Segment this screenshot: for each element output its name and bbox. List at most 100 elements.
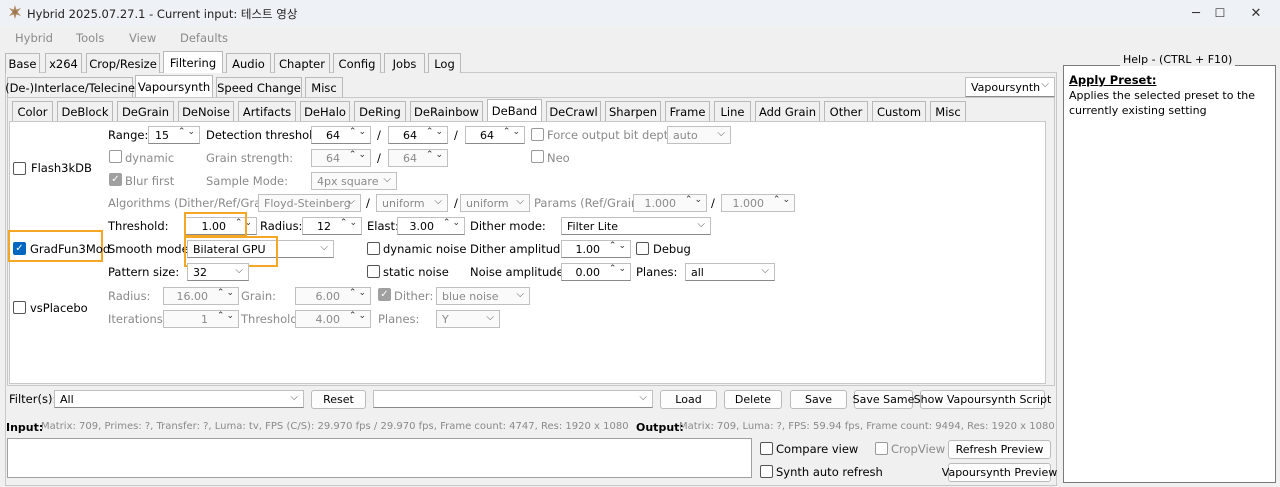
debug-checkbox[interactable] bbox=[636, 242, 649, 255]
gf-noise-amp-spin[interactable]: 0.00 ⌃⌄ bbox=[561, 263, 631, 281]
vsplacebo-checkbox[interactable] bbox=[13, 301, 26, 314]
pl-iterations-value: 1 bbox=[201, 312, 208, 326]
menu-view[interactable]: View bbox=[129, 31, 156, 45]
tab-audio[interactable]: Audio bbox=[226, 53, 271, 73]
input-info-value: Matrix: 709, Primes: ?, Transfer: ?, Lum… bbox=[41, 421, 629, 432]
load-button[interactable]: Load bbox=[660, 390, 717, 409]
tab-derainbow[interactable]: DeRainbow bbox=[410, 101, 483, 121]
force-bitdepth-checkbox[interactable] bbox=[531, 128, 544, 141]
f3k-det1-spin[interactable]: 64 ⌃⌄ bbox=[311, 126, 371, 144]
show-script-button[interactable]: Show Vapoursynth Script bbox=[914, 390, 1051, 409]
tab-chapter[interactable]: Chapter bbox=[274, 53, 330, 73]
pl-radius-label: Radius: bbox=[108, 289, 151, 303]
separator: / bbox=[377, 128, 381, 142]
close-button[interactable]: ✕ bbox=[1233, 0, 1279, 26]
tab-deblock[interactable]: DeBlock bbox=[57, 101, 113, 121]
gf-planes-select[interactable]: all ⌵ bbox=[685, 263, 775, 281]
flash3kdb-checkbox[interactable] bbox=[13, 162, 26, 175]
menu-defaults[interactable]: Defaults bbox=[180, 31, 228, 45]
filter-engine-select[interactable]: Vapoursynth ⌵ bbox=[965, 77, 1055, 97]
pl-iterations-spin[interactable]: 1 ⌃⌄ bbox=[163, 310, 239, 328]
pl-threshold-value: 4.00 bbox=[315, 312, 341, 326]
f3k-det3-spin[interactable]: 64 ⌃⌄ bbox=[465, 126, 525, 144]
pl-threshold-spin[interactable]: 4.00 ⌃⌄ bbox=[295, 310, 371, 328]
tab-misc-filter[interactable]: Misc bbox=[305, 77, 343, 97]
tab-dering[interactable]: DeRing bbox=[354, 101, 406, 121]
blur-first-checkbox[interactable]: ✓ bbox=[109, 173, 122, 186]
alg-ref-select[interactable]: uniform ⌵ bbox=[376, 194, 448, 212]
gf-radius-spin[interactable]: 12 ⌃⌄ bbox=[302, 217, 362, 235]
gradfun3mod-checkbox[interactable]: ✓ bbox=[13, 242, 26, 255]
tab-frame[interactable]: Frame bbox=[665, 101, 710, 121]
sample-mode-select[interactable]: 4px square ⌵ bbox=[311, 172, 397, 190]
delete-button[interactable]: Delete bbox=[724, 390, 782, 409]
save-same-button[interactable]: Save Same bbox=[853, 390, 914, 409]
spin-arrows-icon: ⌃⌄ bbox=[772, 195, 792, 205]
save-button[interactable]: Save bbox=[790, 390, 847, 409]
tab-log[interactable]: Log bbox=[428, 53, 461, 73]
param-ref-spin[interactable]: 1.000 ⌃⌄ bbox=[633, 194, 707, 212]
grain2-spin[interactable]: 64 ⌃⌄ bbox=[388, 149, 448, 167]
menu-tools[interactable]: Tools bbox=[76, 31, 104, 45]
alg-dither-select[interactable]: Floyd-Steinberg ⌵ bbox=[258, 194, 361, 212]
vapoursynth-preview-button[interactable]: Vapoursynth Preview bbox=[942, 463, 1057, 482]
crop-view-checkbox[interactable] bbox=[875, 442, 888, 455]
tab-artifacts[interactable]: Artifacts bbox=[238, 101, 296, 121]
synth-auto-refresh-checkbox[interactable] bbox=[760, 465, 773, 478]
gf-dither-mode-select[interactable]: Filter Lite ⌵ bbox=[561, 217, 711, 235]
pl-radius-spin[interactable]: 16.00 ⌃⌄ bbox=[163, 287, 239, 305]
preset-select[interactable]: ⌵ bbox=[373, 390, 653, 408]
grain1-spin[interactable]: 64 ⌃⌄ bbox=[311, 149, 371, 167]
f3k-det2-spin[interactable]: 64 ⌃⌄ bbox=[388, 126, 448, 144]
tab-config[interactable]: Config bbox=[333, 53, 381, 73]
tab-decrawl[interactable]: DeCrawl bbox=[546, 101, 601, 121]
refresh-preview-button[interactable]: Refresh Preview bbox=[948, 440, 1051, 459]
param-grain-spin[interactable]: 1.000 ⌃⌄ bbox=[721, 194, 795, 212]
reset-button[interactable]: Reset bbox=[311, 390, 366, 409]
force-bitdepth-select[interactable]: auto ⌵ bbox=[667, 126, 731, 144]
neo-checkbox[interactable] bbox=[531, 150, 544, 163]
dynamic-noise-checkbox[interactable] bbox=[367, 242, 380, 255]
help-body: Applies the selected preset to the curre… bbox=[1069, 89, 1256, 117]
tab-deinterlace-telecine[interactable]: (De-)Interlace/Telecine bbox=[5, 77, 135, 97]
tab-other[interactable]: Other bbox=[824, 101, 868, 121]
f3k-detection-label: Detection threshold: bbox=[206, 128, 324, 142]
tab-crop-resize[interactable]: Crop/Resize bbox=[86, 53, 160, 73]
tab-line[interactable]: Line bbox=[714, 101, 751, 121]
pl-planes-label: Planes: bbox=[378, 312, 420, 326]
tab-custom[interactable]: Custom bbox=[872, 101, 926, 121]
tab-deband[interactable]: DeBand bbox=[487, 99, 542, 121]
tab-denoise[interactable]: DeNoise bbox=[178, 101, 234, 121]
log-output-area[interactable] bbox=[7, 438, 752, 478]
tab-add-grain[interactable]: Add Grain bbox=[755, 101, 820, 121]
alg-grain-select[interactable]: uniform ⌵ bbox=[460, 194, 530, 212]
pl-planes-select[interactable]: Y ⌵ bbox=[436, 310, 500, 328]
pl-dither-select[interactable]: blue noise ⌵ bbox=[436, 287, 530, 305]
tab-base[interactable]: Base bbox=[5, 53, 40, 73]
gf-dither-amp-spin[interactable]: 1.00 ⌃⌄ bbox=[561, 240, 631, 258]
static-noise-checkbox[interactable] bbox=[367, 265, 380, 278]
param-grain-value: 1.000 bbox=[732, 196, 765, 210]
compare-view-checkbox[interactable] bbox=[760, 442, 773, 455]
tab-misc-sub[interactable]: Misc bbox=[930, 101, 966, 121]
tab-sharpen[interactable]: Sharpen bbox=[605, 101, 661, 121]
tab-degrain[interactable]: DeGrain bbox=[117, 101, 174, 121]
spin-arrows-icon: ⌃⌄ bbox=[442, 218, 462, 228]
tab-x264[interactable]: x264 bbox=[45, 53, 82, 73]
gf-pattern-select[interactable]: 32 ⌵ bbox=[187, 263, 249, 281]
tab-vapoursynth[interactable]: Vapoursynth bbox=[135, 75, 213, 97]
chevron-down-icon: ⌵ bbox=[235, 265, 243, 276]
menu-hybrid[interactable]: Hybrid bbox=[15, 31, 53, 45]
pl-grain-spin[interactable]: 6.00 ⌃⌄ bbox=[295, 287, 371, 305]
pl-dither-label: Dither: bbox=[394, 289, 434, 303]
tab-jobs[interactable]: Jobs bbox=[384, 53, 425, 73]
tab-color[interactable]: Color bbox=[12, 101, 53, 121]
tab-dehalo[interactable]: DeHalo bbox=[300, 101, 350, 121]
tab-filtering[interactable]: Filtering bbox=[163, 51, 223, 73]
pl-dither-checkbox[interactable]: ✓ bbox=[378, 288, 391, 301]
tab-speed-change[interactable]: Speed Change bbox=[216, 77, 302, 97]
f3k-range-spin[interactable]: 15 ⌃⌄ bbox=[148, 126, 200, 144]
filters-select[interactable]: All ⌵ bbox=[54, 390, 304, 408]
gf-elast-spin[interactable]: 3.00 ⌃⌄ bbox=[397, 217, 465, 235]
dynamic-checkbox[interactable] bbox=[109, 150, 122, 163]
